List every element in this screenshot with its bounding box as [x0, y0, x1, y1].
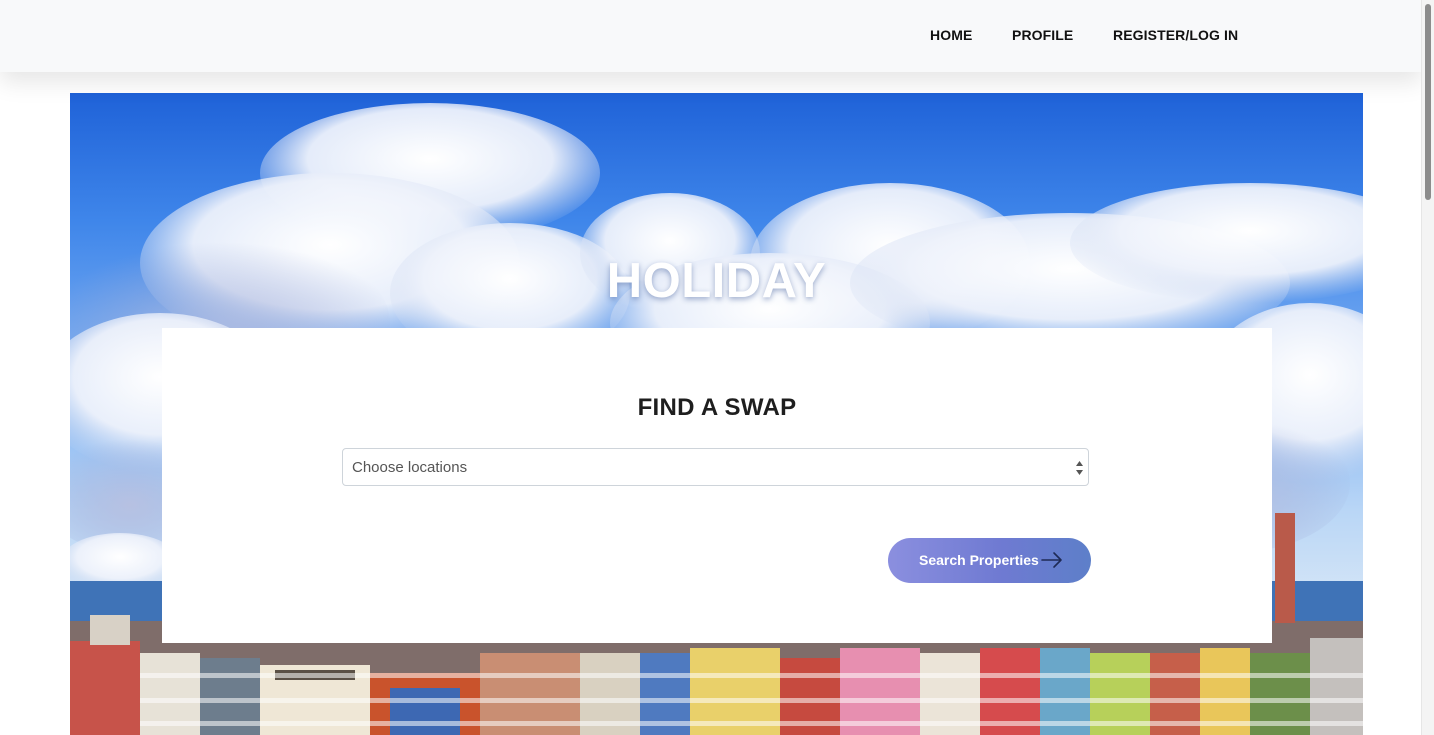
location-select-placeholder: Choose locations — [352, 459, 468, 476]
find-swap-card: FIND A SWAP Choose locations Search Prop… — [162, 328, 1272, 643]
find-swap-title: FIND A SWAP — [637, 394, 797, 421]
nav-home-link[interactable]: HOME — [930, 27, 972, 43]
select-arrows-icon — [1076, 461, 1083, 475]
nav-profile-link[interactable]: PROFILE — [1012, 27, 1073, 43]
search-properties-label: Search Properties — [919, 552, 1039, 568]
search-properties-button[interactable]: Search Properties — [888, 538, 1091, 583]
arrow-right-icon — [1041, 552, 1062, 568]
scrollbar-thumb[interactable] — [1425, 4, 1431, 200]
hero-title: HOLIDAY — [606, 254, 827, 308]
page-scrollbar[interactable] — [1421, 0, 1434, 735]
location-select[interactable]: Choose locations — [342, 448, 1089, 486]
top-navbar: HOME PROFILE REGISTER/LOG IN — [0, 0, 1422, 72]
nav-register-login-link[interactable]: REGISTER/LOG IN — [1113, 27, 1238, 43]
